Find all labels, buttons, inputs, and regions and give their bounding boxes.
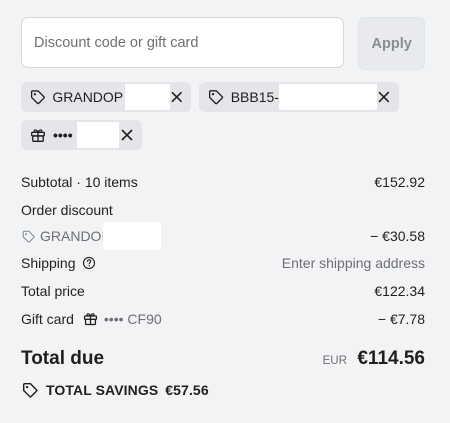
applied-code-chip: GRANDOP: [21, 82, 191, 112]
chip-label: GRANDOP: [52, 89, 124, 105]
subtotal-value: €152.92: [374, 174, 425, 190]
tag-icon: [30, 90, 45, 105]
redacted-area: [103, 222, 162, 250]
redacted-area: [76, 122, 119, 148]
gift-icon: [31, 129, 45, 142]
shipping-value: Enter shipping address: [281, 255, 425, 271]
subtotal-label: Subtotal · 10 items: [21, 174, 138, 190]
total-savings-amount: €57.56: [165, 382, 209, 398]
tag-icon: [22, 230, 35, 243]
total-price-value: €122.34: [374, 283, 425, 299]
chip-label: ••••: [53, 127, 73, 143]
close-icon[interactable]: [170, 90, 184, 104]
redacted-area: [125, 84, 170, 110]
gift-icon: [83, 313, 97, 326]
order-discount-value: − €30.58: [370, 228, 425, 244]
total-due-currency: EUR: [322, 355, 347, 367]
total-savings-label: TOTAL SAVINGS: [46, 382, 159, 398]
savings-tag-icon: [22, 382, 38, 398]
gift-card-label: Gift card: [21, 310, 74, 327]
discount-row: Apply: [21, 17, 425, 70]
discount-code-input[interactable]: [21, 17, 345, 68]
gift-card-value: − €7.78: [377, 310, 425, 327]
subtotal-row: Subtotal · 10 items €152.92: [21, 174, 425, 190]
order-discount-code-text: GRANDOI: [40, 228, 106, 244]
help-icon[interactable]: [82, 256, 96, 270]
gift-card-code: •••• CF90: [103, 310, 162, 327]
close-icon[interactable]: [377, 90, 391, 104]
redacted-area: [278, 84, 378, 110]
total-due-amount-group: EUR €114.56: [323, 348, 425, 370]
total-savings: TOTAL SAVINGS €57.56: [21, 381, 209, 399]
close-icon[interactable]: [120, 128, 134, 142]
total-due-amount: €114.56: [357, 348, 425, 369]
gift-card-row: Gift card •••• CF90 − €7.78: [21, 310, 425, 327]
chip-label: BBB15-: [230, 89, 279, 105]
total-price-row: Total price €122.34: [21, 283, 425, 299]
total-due-row: Total due EUR €114.56: [21, 348, 425, 370]
order-discount-code: GRANDOI: [21, 222, 162, 250]
shipping-label: Shipping: [21, 255, 76, 271]
applied-code-chip: BBB15-: [199, 82, 399, 112]
tag-icon: [208, 90, 224, 105]
order-discount-code-row: GRANDOI − €30.58: [21, 222, 425, 250]
gift-card-label-group: Gift card •••• CF90: [21, 310, 162, 327]
shipping-label-group: Shipping: [21, 255, 96, 271]
order-discount-label: Order discount: [21, 202, 113, 218]
total-due-label: Total due: [21, 348, 105, 369]
shipping-row: Shipping Enter shipping address: [21, 255, 425, 271]
order-discount-row: Order discount: [21, 202, 425, 218]
apply-button[interactable]: Apply: [358, 17, 425, 70]
total-price-label: Total price: [21, 283, 85, 299]
applied-gift-card-chip: ••••: [21, 120, 142, 150]
